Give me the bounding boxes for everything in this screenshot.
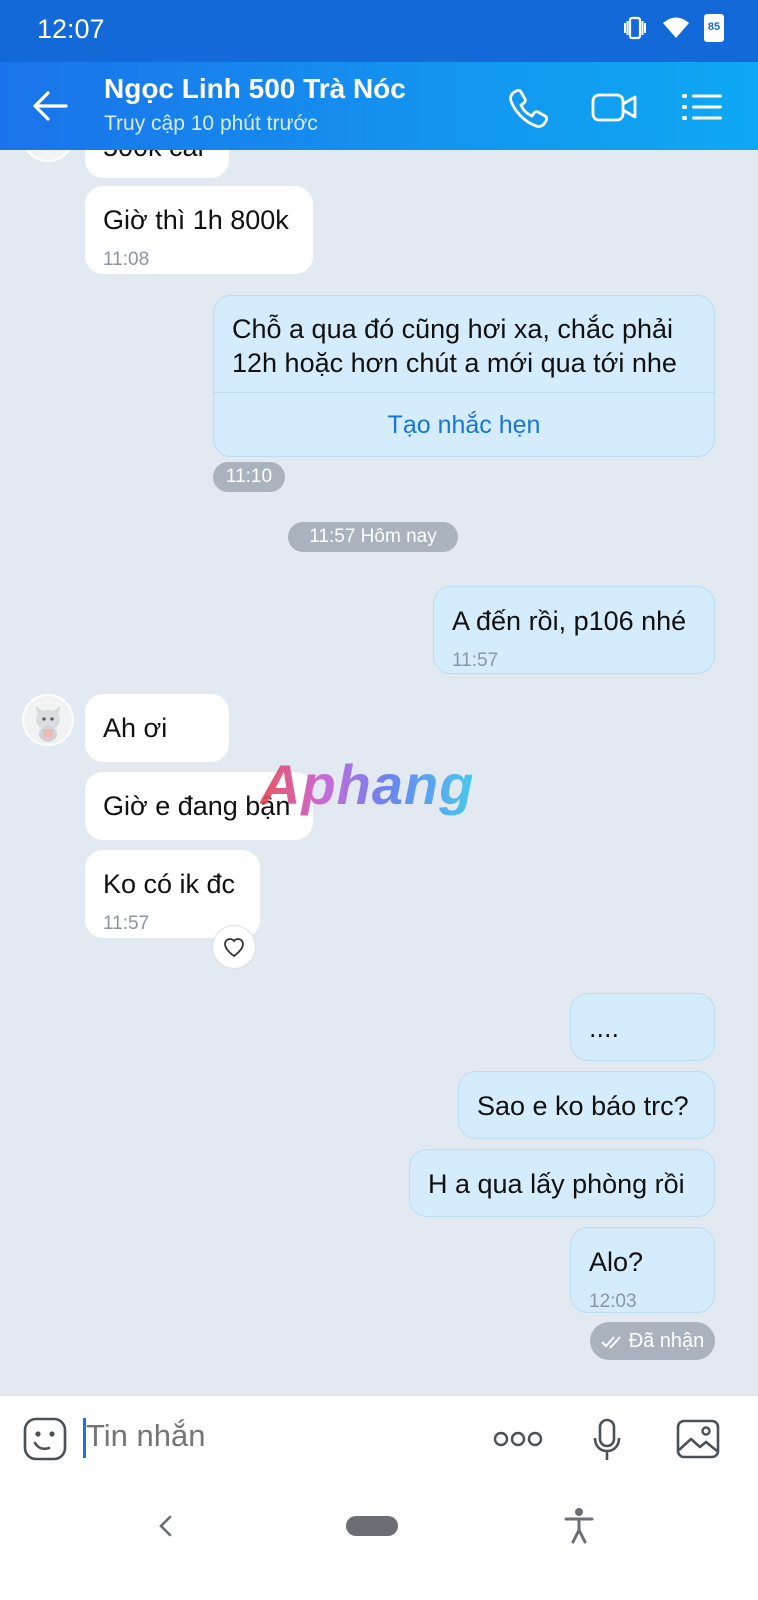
emoji-icon[interactable]	[22, 1416, 68, 1462]
message-timestamp: 11:10	[213, 462, 285, 492]
message-incoming[interactable]: Giờ thì 1h 800k 11:08	[85, 186, 313, 274]
status-bar: 12:07 85	[0, 0, 758, 62]
back-arrow-icon[interactable]	[30, 86, 70, 126]
react-heart-button[interactable]	[212, 925, 256, 969]
video-call-icon[interactable]	[590, 84, 640, 130]
nav-back-icon[interactable]	[155, 1513, 177, 1539]
watermark-logo: Aphang	[260, 753, 475, 816]
message-incoming[interactable]: Ah ơi	[85, 694, 229, 762]
message-outgoing[interactable]: Alo? 12:03	[570, 1227, 715, 1313]
mic-icon[interactable]	[592, 1416, 622, 1466]
message-composer	[0, 1395, 758, 1485]
last-seen-status: Truy cập 10 phút trước	[104, 112, 318, 135]
phone-icon[interactable]	[505, 84, 551, 130]
contact-avatar[interactable]	[22, 694, 74, 746]
message-outgoing-with-reminder[interactable]: Chỗ a qua đó cũng hơi xa, chắc phải 12h …	[213, 295, 715, 457]
day-separator: 11:57 Hôm nay	[288, 522, 458, 552]
message-outgoing[interactable]: H a qua lấy phòng rồi	[409, 1149, 715, 1217]
more-icon[interactable]	[493, 1429, 543, 1449]
message-input[interactable]	[86, 1418, 466, 1454]
heart-icon	[224, 938, 244, 958]
message-outgoing[interactable]: A đến rồi, p106 nhé 11:57	[433, 586, 715, 674]
accessibility-icon[interactable]	[563, 1507, 595, 1545]
battery-icon: 85	[704, 14, 724, 42]
delivery-status-badge: Đã nhận	[590, 1322, 715, 1360]
wifi-icon	[663, 17, 689, 38]
image-icon[interactable]	[675, 1416, 721, 1462]
contact-name[interactable]: Ngọc Linh 500 Trà Nóc	[104, 73, 406, 105]
double-check-icon	[600, 1336, 621, 1349]
system-nav-bar	[0, 1485, 758, 1600]
status-time: 12:07	[37, 14, 105, 44]
vibrate-icon	[624, 16, 646, 40]
battery-level: 85	[707, 21, 721, 33]
chat-header: Ngọc Linh 500 Trà Nóc Truy cập 10 phút t…	[0, 62, 758, 150]
message-outgoing[interactable]: ....	[570, 993, 715, 1061]
cat-avatar-icon	[36, 706, 60, 742]
menu-list-icon[interactable]	[680, 84, 724, 130]
nav-home-pill[interactable]	[346, 1516, 398, 1536]
status-icons: 85	[622, 14, 724, 42]
create-reminder-link[interactable]: Tạo nhắc hẹn	[214, 392, 714, 456]
message-outgoing[interactable]: Sao e ko báo trc?	[458, 1071, 715, 1139]
